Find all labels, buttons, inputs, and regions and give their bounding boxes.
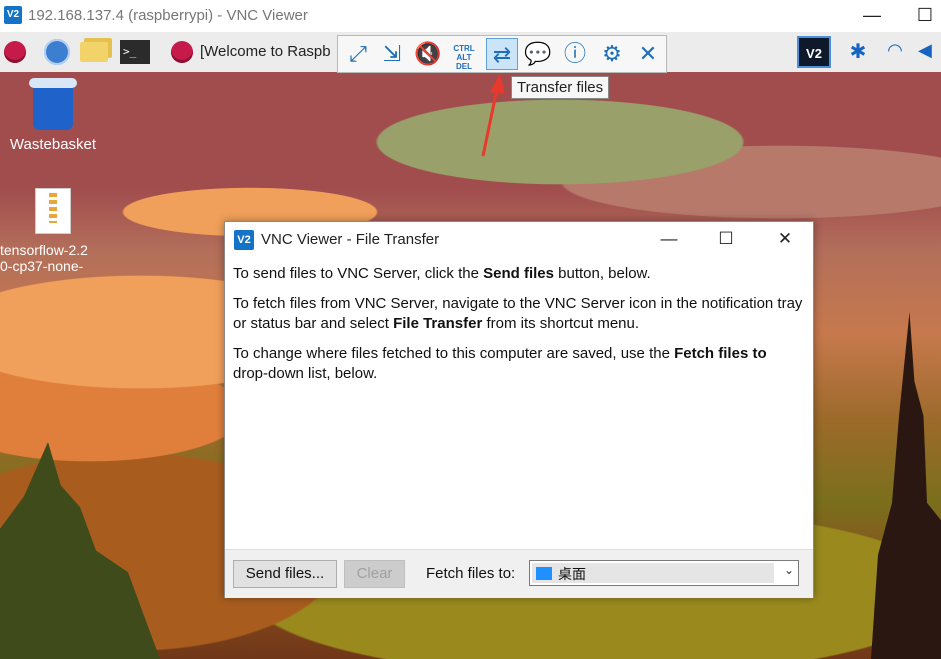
file-transfer-dialog: V2 VNC Viewer - File Transfer — ☐ ✕ To s… (224, 221, 814, 598)
raspberry-menu-icon[interactable] (1, 38, 31, 66)
tooltip-transfer-files: Transfer files (511, 76, 610, 99)
vnc-viewer-logo-icon: V2 (234, 230, 254, 250)
ctrl-alt-del-icon[interactable]: CTRL ALT DEL (448, 38, 480, 71)
send-files-button[interactable]: Send files... (233, 560, 337, 588)
instruction-send: To send files to VNC Server, click the S… (233, 265, 651, 282)
dialog-title: VNC Viewer - File Transfer (261, 231, 440, 248)
archive-file-icon (35, 188, 71, 234)
vnc-window-titlebar: V2 192.168.137.4 (raspberrypi) - VNC Vie… (0, 0, 941, 32)
instructions: To send files to VNC Server, click the S… (233, 264, 803, 394)
instruction-change-location: To change where files fetched to this co… (233, 345, 767, 382)
desktop-icon-label: tensorflow-2.2 (0, 242, 88, 258)
terminal-icon[interactable]: >_ (120, 38, 150, 66)
dialog-button-bar: Send files... Clear Fetch files to: 桌面 ⌄ (225, 549, 813, 598)
close-icon[interactable]: ✕ (632, 38, 664, 70)
chat-icon[interactable]: 💬 (522, 38, 554, 70)
trash-icon (29, 78, 77, 130)
folder-icon (536, 567, 552, 580)
desktop-icon-label: 0-cp37-none- (0, 258, 84, 274)
fetch-location-dropdown[interactable]: 桌面 ⌄ (529, 560, 799, 586)
minimize-button[interactable]: — (849, 0, 895, 32)
tree-silhouette (871, 312, 941, 659)
transfer-files-icon[interactable]: ⇄ (486, 38, 518, 70)
desktop-icon-label: Wastebasket (9, 136, 97, 153)
instruction-fetch: To fetch files from VNC Server, navigate… (233, 295, 803, 332)
dialog-close-button[interactable]: ✕ (762, 224, 808, 254)
info-icon[interactable]: ⓘ (559, 38, 591, 70)
maximize-button[interactable]: ☐ (902, 0, 941, 32)
vnc-toolbar: ⤢ ⇲ 🔇 CTRL ALT DEL ⇄ 💬 ⓘ ⚙ ✕ (337, 35, 667, 73)
window-title: 192.168.137.4 (raspberrypi) - VNC Viewer (28, 7, 308, 24)
chevron-down-icon: ⌄ (783, 563, 794, 577)
bluetooth-icon[interactable]: ✱ (848, 40, 868, 64)
settings-icon[interactable]: ⚙ (596, 38, 628, 70)
fetch-files-to-label: Fetch files to: (426, 565, 516, 582)
desktop-icon-tensorflow-file[interactable]: tensorflow-2.2 0-cp37-none- (0, 188, 108, 274)
web-browser-icon[interactable] (43, 38, 73, 66)
wifi-icon[interactable]: ◠ (882, 40, 908, 64)
dialog-minimize-button[interactable]: — (646, 224, 692, 254)
scale-icon[interactable]: ⇲ (376, 38, 408, 70)
welcome-app-icon[interactable] (168, 38, 198, 66)
clear-button: Clear (344, 560, 405, 588)
full-screen-icon[interactable]: ⤢ (342, 38, 374, 70)
volume-icon[interactable]: ◀ (918, 40, 938, 64)
fetch-location-value: 桌面 (558, 566, 586, 582)
vnc-viewer-logo-icon: V2 (4, 6, 22, 24)
taskbar-item-welcome[interactable]: [Welcome to Raspb (200, 43, 331, 60)
vnc-server-tray-icon[interactable]: V2 (797, 36, 831, 68)
tree-silhouette (0, 442, 160, 659)
desktop-icon-wastebasket[interactable]: Wastebasket (5, 78, 101, 153)
mute-icon[interactable]: 🔇 (412, 38, 444, 70)
dialog-maximize-button[interactable]: ☐ (703, 224, 749, 254)
file-manager-icon[interactable] (80, 38, 110, 66)
